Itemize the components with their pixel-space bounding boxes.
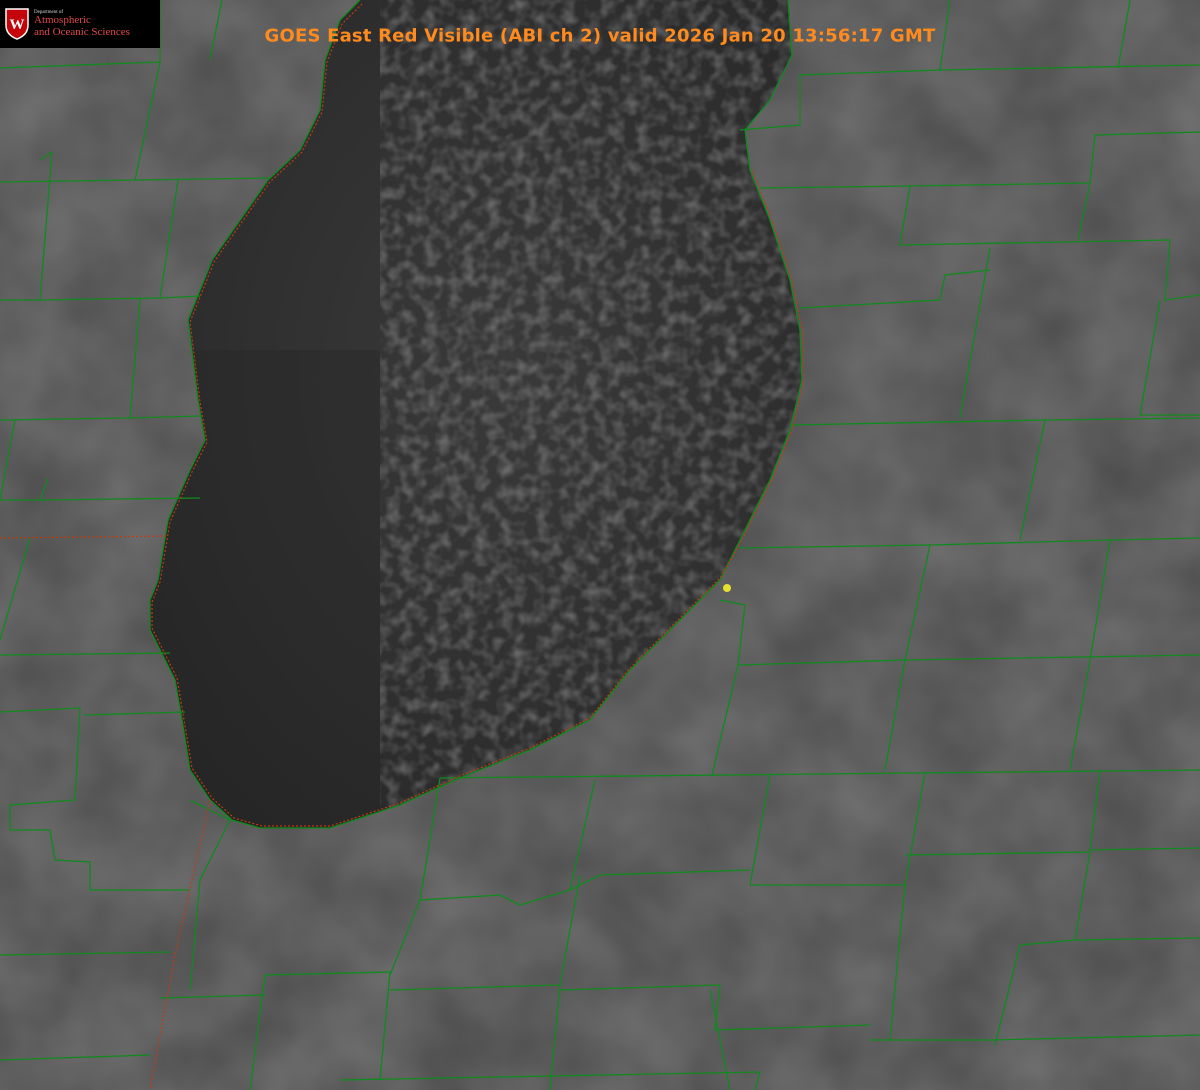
image-title: GOES East Red Visible (ABI ch 2) valid 2… <box>264 25 936 47</box>
yellow-dot-icon <box>723 584 731 592</box>
satellite-image <box>0 0 1200 1090</box>
satellite-viewer: W Department of Atmospheric and Oceanic … <box>0 0 1200 1090</box>
